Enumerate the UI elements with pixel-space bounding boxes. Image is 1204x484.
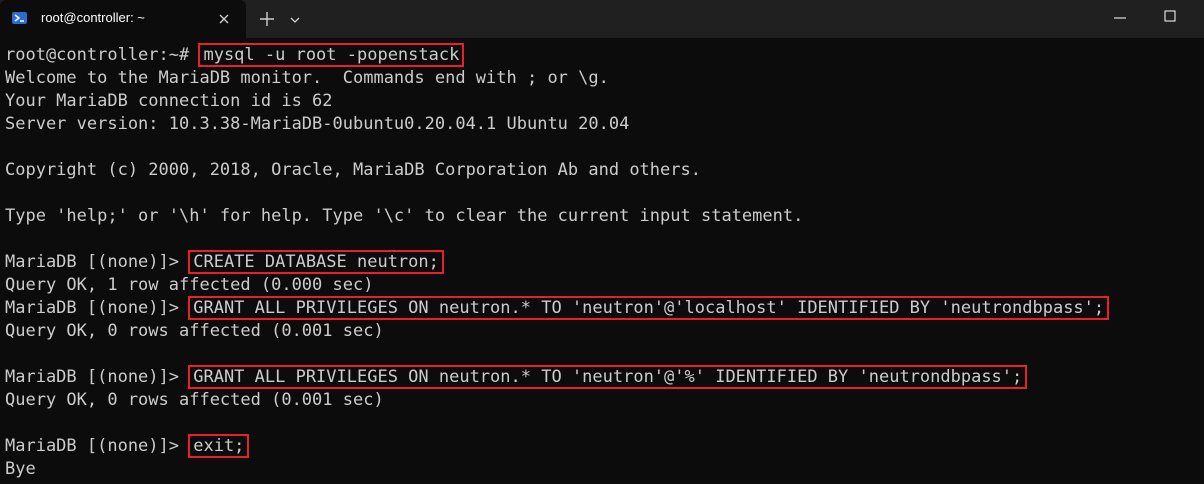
terminal-line: Query OK, 0 rows affected (0.001 sec) [5, 321, 384, 341]
minimize-icon[interactable] [1110, 8, 1130, 28]
shell-prompt: root@controller:~# [5, 45, 200, 65]
highlighted-command: exit; [188, 434, 250, 458]
maximize-icon[interactable] [1160, 6, 1180, 26]
mariadb-prompt: MariaDB [(none)]> [5, 436, 190, 456]
terminal-line: Type 'help;' or '\h' for help. Type '\c'… [5, 206, 804, 226]
plus-icon[interactable] [258, 10, 276, 28]
terminal-line: Server version: 10.3.38-MariaDB-0ubuntu0… [5, 114, 630, 134]
terminal-line: MariaDB [(none)]> GRANT ALL PRIVILEGES O… [5, 365, 1028, 389]
terminal-line: MariaDB [(none)]> CREATE DATABASE neutro… [5, 250, 444, 274]
highlighted-command: GRANT ALL PRIVILEGES ON neutron.* TO 'ne… [188, 296, 1110, 320]
terminal-line: Bye [5, 459, 36, 479]
terminal-window: root@controller: ~ root@controller:~# my… [0, 0, 1204, 484]
terminal-line: Copyright (c) 2000, 2018, Oracle, MariaD… [5, 160, 701, 180]
terminal-line: MariaDB [(none)]> GRANT ALL PRIVILEGES O… [5, 296, 1110, 320]
terminal-line: Welcome to the MariaDB monitor. Commands… [5, 68, 609, 88]
terminal-line: root@controller:~# mysql -u root -popens… [5, 43, 465, 67]
highlighted-command: CREATE DATABASE neutron; [188, 250, 444, 274]
chevron-down-icon[interactable] [288, 13, 302, 25]
terminal-output[interactable]: root@controller:~# mysql -u root -popens… [5, 43, 1201, 484]
mariadb-prompt: MariaDB [(none)]> [5, 298, 190, 318]
terminal-line: Query OK, 0 rows affected (0.001 sec) [5, 390, 384, 410]
highlighted-command: GRANT ALL PRIVILEGES ON neutron.* TO 'ne… [188, 365, 1028, 389]
terminal-line: Your MariaDB connection id is 62 [5, 91, 333, 111]
title-bar: root@controller: ~ [0, 0, 1204, 38]
highlighted-command: mysql -u root -popenstack [198, 43, 465, 67]
terminal-line: Query OK, 1 row affected (0.000 sec) [5, 275, 374, 295]
close-icon[interactable] [216, 11, 232, 27]
mariadb-prompt: MariaDB [(none)]> [5, 367, 190, 387]
powershell-icon [12, 12, 27, 24]
tab-title: root@controller: ~ [41, 10, 145, 25]
mariadb-prompt: MariaDB [(none)]> [5, 252, 190, 272]
terminal-line: MariaDB [(none)]> exit; [5, 434, 250, 458]
tab-root-controller[interactable]: root@controller: ~ [0, 0, 246, 38]
